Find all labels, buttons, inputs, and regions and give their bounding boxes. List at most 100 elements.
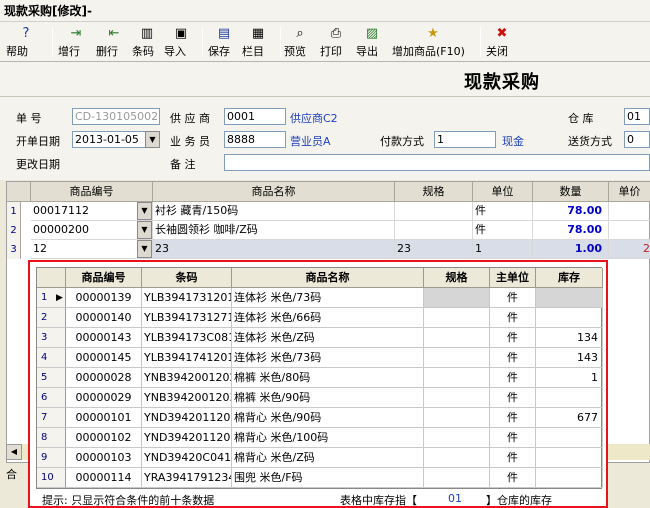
popup-cell-code[interactable]: 00000102 [66, 428, 142, 448]
clerk-code-field[interactable]: 8888 [224, 131, 286, 148]
table-cell-spec[interactable] [395, 202, 473, 221]
popup-cell-code[interactable]: 00000143 [66, 328, 142, 348]
doc-no-field[interactable]: CD-130105002 [72, 108, 160, 125]
popup-cell-spec[interactable] [424, 368, 490, 388]
table-cell-price[interactable]: 2 [609, 240, 650, 259]
table-cell-price[interactable] [609, 221, 650, 240]
popup-header-name[interactable]: 商品名称 [232, 268, 424, 288]
col-header-qty[interactable]: 数量 [533, 182, 609, 202]
popup-cell-name[interactable]: 连体衫 米色/73码 [232, 288, 424, 308]
col-header-price[interactable]: 单价 [609, 182, 650, 202]
col-header-spec[interactable]: 规格 [395, 182, 473, 202]
row-dropdown-icon[interactable]: ▼ [137, 202, 152, 220]
table-cell-qty[interactable]: 78.00 [533, 221, 609, 240]
table-cell-code[interactable]: 00017112 [31, 202, 153, 221]
popup-cell-spec[interactable] [424, 308, 490, 328]
popup-header-code[interactable]: 商品编号 [66, 268, 142, 288]
popup-cell-stock[interactable] [536, 428, 603, 448]
popup-cell-code[interactable]: 00000101 [66, 408, 142, 428]
popup-cell-name[interactable]: 棉背心 米色/Z码 [232, 448, 424, 468]
col-header-name[interactable]: 商品名称 [153, 182, 395, 202]
popup-cell-stock[interactable]: 143 [536, 348, 603, 368]
popup-cell-spec[interactable] [424, 468, 490, 488]
popup-cell-unit[interactable]: 件 [490, 368, 536, 388]
popup-cell-spec[interactable] [424, 328, 490, 348]
popup-cell-spec[interactable] [424, 428, 490, 448]
table-cell-code[interactable]: 00000200 [31, 221, 153, 240]
print-button[interactable]: ⎙ 打印 [320, 25, 352, 59]
popup-cell-stock[interactable]: 677 [536, 408, 603, 428]
popup-cell-code[interactable]: 00000028 [66, 368, 142, 388]
popup-header-spec[interactable]: 规格 [424, 268, 490, 288]
columns-button[interactable]: ▦ 栏目 [242, 25, 274, 59]
popup-cell-unit[interactable]: 件 [490, 308, 536, 328]
popup-cell-unit[interactable]: 件 [490, 468, 536, 488]
delivery-field[interactable]: 0 [624, 131, 650, 148]
preview-button[interactable]: ⌕ 预览 [284, 25, 316, 59]
pay-method-name-link[interactable]: 现金 [502, 133, 524, 149]
popup-cell-name[interactable]: 棉背心 米色/90码 [232, 408, 424, 428]
popup-cell-name[interactable]: 连体衫 米色/66码 [232, 308, 424, 328]
popup-cell-name[interactable]: 围兜 米色/F码 [232, 468, 424, 488]
table-cell-unit[interactable]: 1 [473, 240, 533, 259]
popup-cell-barcode[interactable]: YRA3941791234 [142, 468, 232, 488]
table-cell-qty[interactable]: 78.00 [533, 202, 609, 221]
col-header-code[interactable]: 商品编号 [31, 182, 153, 202]
popup-cell-code[interactable]: 00000114 [66, 468, 142, 488]
table-cell-name[interactable]: 长袖圆领衫 咖啡/Z码 [153, 221, 395, 240]
popup-cell-code[interactable]: 00000140 [66, 308, 142, 328]
table-cell-spec[interactable]: 23 [395, 240, 473, 259]
date-field[interactable]: 2013-01-05 [72, 131, 146, 148]
export-button[interactable]: ▨ 导出 [356, 25, 388, 59]
help-button[interactable]: ? 帮助 [6, 25, 46, 59]
popup-cell-unit[interactable]: 件 [490, 408, 536, 428]
popup-cell-unit[interactable]: 件 [490, 448, 536, 468]
row-dropdown-icon[interactable]: ▼ [137, 240, 152, 258]
popup-header-stock[interactable]: 库存 [536, 268, 603, 288]
clerk-name-link[interactable]: 营业员A [290, 133, 331, 149]
table-cell-unit[interactable]: 件 [473, 202, 533, 221]
popup-cell-name[interactable]: 连体衫 米色/Z码 [232, 328, 424, 348]
date-dropdown-icon[interactable]: ▼ [145, 131, 160, 148]
popup-cell-spec[interactable] [424, 448, 490, 468]
popup-cell-code[interactable]: 00000029 [66, 388, 142, 408]
popup-cell-unit[interactable]: 件 [490, 348, 536, 368]
table-cell-price[interactable] [609, 202, 650, 221]
popup-cell-name[interactable]: 棉裤 米色/80码 [232, 368, 424, 388]
popup-cell-barcode[interactable]: YNB3942001202 [142, 368, 232, 388]
popup-cell-name[interactable]: 棉背心 米色/100码 [232, 428, 424, 448]
popup-cell-code[interactable]: 00000103 [66, 448, 142, 468]
table-cell-spec[interactable] [395, 221, 473, 240]
popup-cell-barcode[interactable]: YLB3941741201 [142, 348, 232, 368]
popup-cell-barcode[interactable]: YND39420C04122 [142, 448, 232, 468]
popup-cell-name[interactable]: 连体衫 米色/73码 [232, 348, 424, 368]
popup-cell-unit[interactable]: 件 [490, 428, 536, 448]
barcode-button[interactable]: ▥ 条码 [132, 25, 162, 59]
save-button[interactable]: ▤ 保存 [208, 25, 240, 59]
popup-cell-spec[interactable] [424, 348, 490, 368]
popup-cell-stock[interactable]: 1 [536, 368, 603, 388]
scroll-left-icon[interactable]: ◀ [6, 444, 22, 460]
popup-cell-barcode[interactable]: YLB3941731271 [142, 308, 232, 328]
popup-cell-barcode[interactable]: YNB3942001203 [142, 388, 232, 408]
popup-cell-spec[interactable] [424, 288, 490, 308]
note-field[interactable] [224, 154, 650, 171]
popup-cell-name[interactable]: 棉裤 米色/90码 [232, 388, 424, 408]
popup-cell-stock[interactable] [536, 448, 603, 468]
popup-cell-stock[interactable] [536, 288, 603, 308]
delete-row-button[interactable]: ⇤ 删行 [96, 25, 132, 59]
close-button[interactable]: ✖ 关闭 [486, 25, 518, 59]
table-cell-name[interactable]: 衬衫 藏青/150码 [153, 202, 395, 221]
table-cell-name[interactable]: 23 [153, 240, 395, 259]
popup-cell-unit[interactable]: 件 [490, 328, 536, 348]
table-cell-qty[interactable]: 1.00 [533, 240, 609, 259]
popup-cell-stock[interactable] [536, 388, 603, 408]
popup-cell-spec[interactable] [424, 388, 490, 408]
table-cell-unit[interactable]: 件 [473, 221, 533, 240]
popup-cell-spec[interactable] [424, 408, 490, 428]
code-edit-input[interactable]: 12 [31, 240, 153, 259]
popup-cell-barcode[interactable]: YLB3941731201 [142, 288, 232, 308]
popup-cell-stock[interactable]: 134 [536, 328, 603, 348]
popup-header-unit[interactable]: 主单位 [490, 268, 536, 288]
col-header-unit[interactable]: 单位 [473, 182, 533, 202]
